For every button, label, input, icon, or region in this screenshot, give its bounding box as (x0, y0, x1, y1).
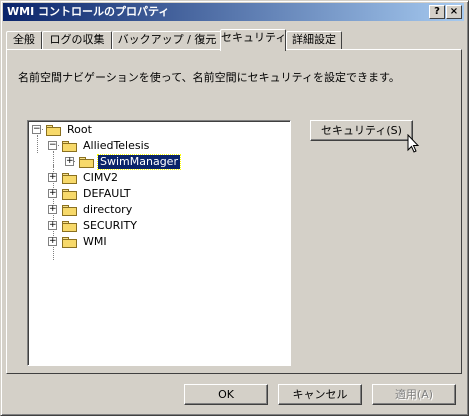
cancel-button[interactable]: キャンセル (278, 384, 362, 405)
security-button[interactable]: セキュリティ(S) (310, 120, 413, 141)
tab-general[interactable]: 全般 (6, 31, 42, 49)
tree-label-alliedtelesis[interactable]: AlliedTelesis (81, 139, 151, 153)
tree-label-wmi[interactable]: WMI (81, 235, 109, 249)
cancel-button-label: キャンセル (292, 388, 348, 401)
security-button-label: セキュリティ(S) (321, 124, 402, 137)
expand-icon[interactable]: + (65, 157, 74, 166)
ok-button-label: OK (218, 388, 234, 401)
folder-open-icon (46, 125, 61, 136)
expand-icon[interactable]: + (48, 189, 57, 198)
title-bar[interactable]: WMI コントロールのプロパティ ? × (3, 3, 464, 21)
folder-icon (62, 173, 77, 184)
tree-label-cimv2[interactable]: CIMV2 (81, 171, 120, 185)
ok-button[interactable]: OK (184, 384, 268, 405)
tab-backup-restore[interactable]: バックアップ / 復元 (112, 31, 222, 49)
collapse-icon[interactable]: − (48, 141, 57, 150)
tree-label-root[interactable]: Root (65, 123, 94, 137)
folder-icon (62, 189, 77, 200)
tab-security[interactable]: セキュリティ (220, 29, 286, 51)
expand-icon[interactable]: + (48, 205, 57, 214)
collapse-icon[interactable]: − (32, 125, 41, 134)
tree-label-default[interactable]: DEFAULT (81, 187, 133, 201)
tab-logging[interactable]: ログの収集 (42, 31, 112, 49)
expand-icon[interactable]: + (48, 221, 57, 230)
folder-icon (79, 157, 94, 168)
folder-open-icon (62, 141, 77, 152)
close-button[interactable]: × (446, 5, 462, 19)
help-button[interactable]: ? (429, 5, 445, 19)
folder-icon (62, 205, 77, 216)
expand-icon[interactable]: + (48, 173, 57, 182)
folder-icon (62, 221, 77, 232)
folder-icon (62, 237, 77, 248)
tree-label-directory[interactable]: directory (81, 203, 134, 217)
apply-button-label: 適用(A) (394, 388, 434, 401)
window-title: WMI コントロールのプロパティ (7, 5, 170, 18)
description-text: 名前空間ナビゲーションを使って、名前空間にセキュリティを設定できます。 (18, 71, 400, 84)
tab-advanced[interactable]: 詳細設定 (286, 31, 342, 49)
expand-icon[interactable]: + (48, 237, 57, 246)
tree-label-swimmanager[interactable]: SwimManager (97, 154, 181, 170)
tree-label-security[interactable]: SECURITY (81, 219, 139, 233)
apply-button[interactable]: 適用(A) (372, 384, 456, 405)
namespace-tree[interactable]: − Root − AlliedTelesis + SwimManager + C… (27, 120, 291, 366)
mouse-cursor-icon (407, 134, 420, 153)
